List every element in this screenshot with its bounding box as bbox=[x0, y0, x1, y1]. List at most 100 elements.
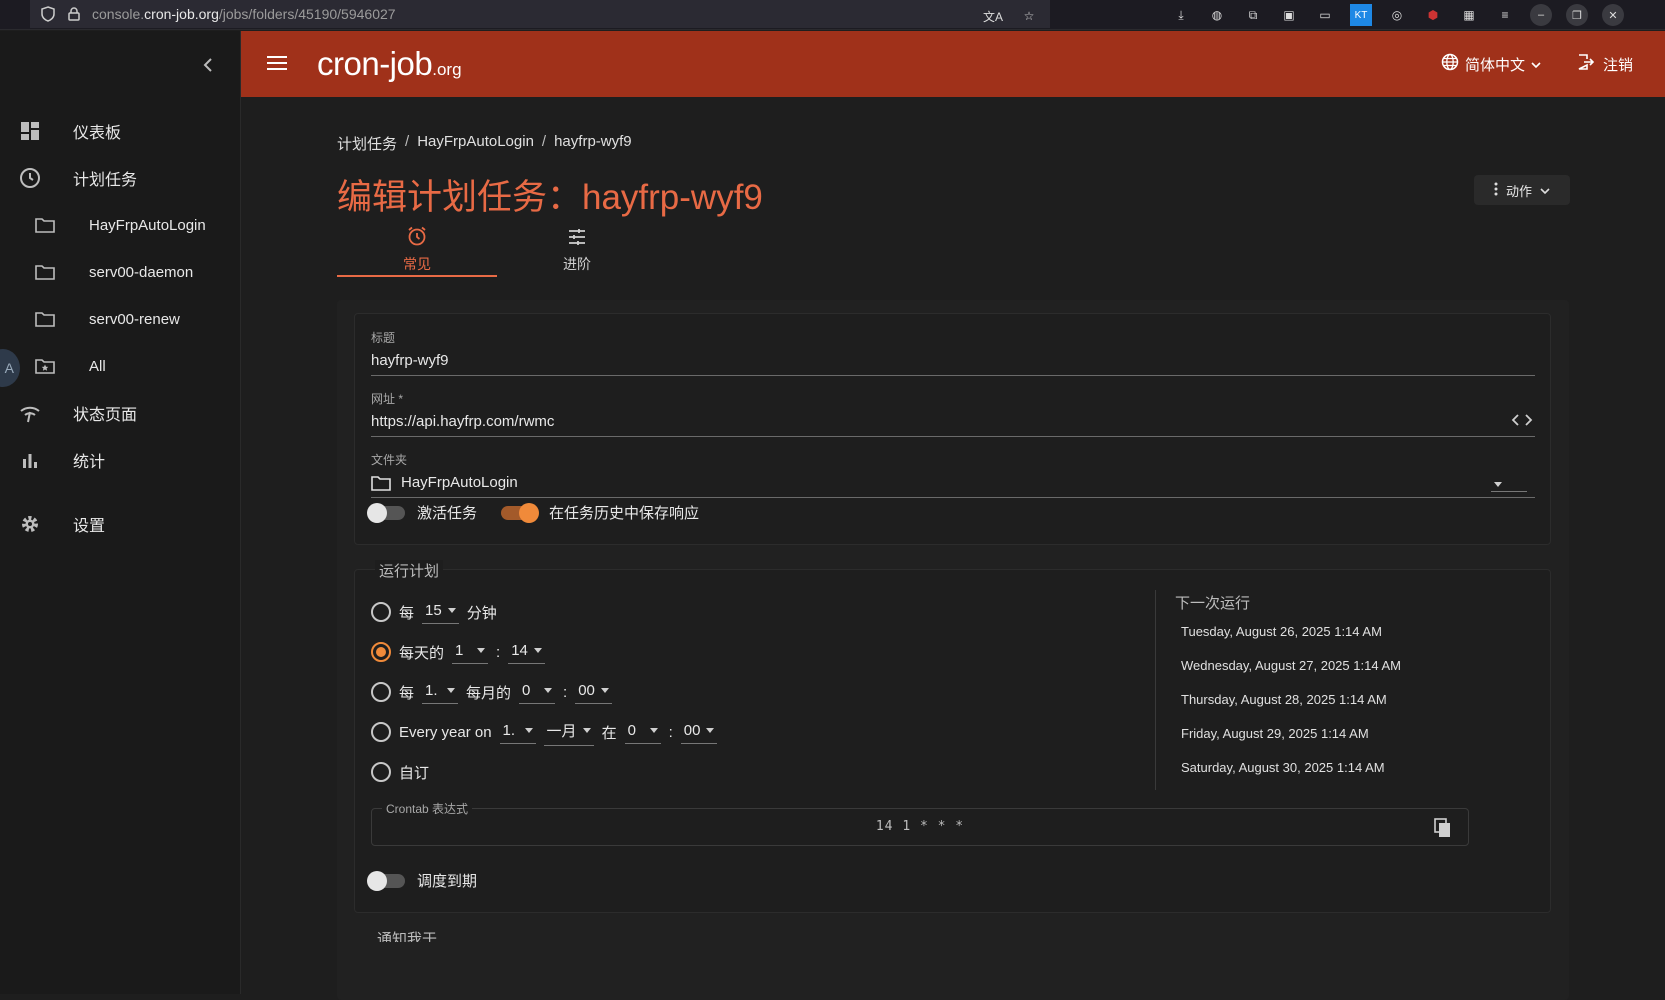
bar-chart-icon bbox=[18, 448, 42, 472]
yearly-month-select[interactable]: 一月 bbox=[543, 718, 594, 746]
daily-hour-select[interactable]: 1 bbox=[452, 640, 489, 664]
language-selector[interactable]: 简体中文 bbox=[1441, 53, 1541, 75]
extensions-puzzle-icon[interactable]: ⧉ bbox=[1242, 4, 1264, 26]
spy-extension-icon[interactable]: ◎ bbox=[1386, 4, 1408, 26]
crontab-label: Crontab 表达式 bbox=[382, 800, 473, 817]
sidebar-item-cronjobs[interactable]: 计划任务 bbox=[0, 158, 240, 198]
yearly-minute-select[interactable]: 00 bbox=[680, 720, 718, 744]
save-response-toggle-row[interactable]: 在任务历史中保存响应 bbox=[501, 502, 699, 523]
tab-advanced[interactable]: 进阶 bbox=[497, 223, 657, 277]
menu-icon[interactable]: ≡ bbox=[1494, 4, 1516, 26]
url-input[interactable]: https://api.hayfrp.com/rwmc bbox=[371, 413, 554, 430]
schedule-daily-label: 每天的 bbox=[399, 644, 445, 662]
globe-icon bbox=[1441, 53, 1459, 75]
address-bar[interactable]: console.cron-job.org/jobs/folders/45190/… bbox=[30, 0, 1050, 28]
close-icon[interactable]: ✕ bbox=[1602, 4, 1624, 26]
actions-button[interactable]: 动作 bbox=[1474, 175, 1570, 205]
sidebar-item-label: All bbox=[89, 357, 106, 375]
next-execution-item: Friday, August 29, 2025 1:14 AM bbox=[1181, 726, 1369, 741]
save-response-toggle[interactable] bbox=[501, 502, 539, 523]
sidebar: 仪表板 计划任务 HayFrpAutoLogin serv00-daemon s… bbox=[0, 31, 241, 994]
folder-star-icon bbox=[33, 354, 57, 378]
monthly-hour-select[interactable]: 0 bbox=[519, 680, 556, 704]
ublock-icon[interactable]: ⬢ bbox=[1422, 4, 1444, 26]
hamburger-menu-icon[interactable] bbox=[265, 51, 289, 75]
url-field[interactable]: 网址 * https://api.hayfrp.com/rwmc bbox=[371, 390, 1535, 437]
sidebar-item-statistics[interactable]: 统计 bbox=[0, 440, 240, 480]
sidebar-item-folder-serv00-daemon[interactable]: serv00-daemon bbox=[0, 252, 240, 292]
bookmark-star-icon[interactable]: ☆ bbox=[1018, 5, 1040, 27]
extension-globe-icon[interactable]: ◍ bbox=[1206, 4, 1228, 26]
schedule-custom-radio[interactable] bbox=[371, 762, 391, 782]
logout-label: 注销 bbox=[1603, 56, 1634, 74]
breadcrumb-item-folder[interactable]: HayFrpAutoLogin bbox=[417, 133, 534, 154]
shield-icon[interactable] bbox=[40, 6, 56, 22]
minutes-interval-select[interactable]: 15 bbox=[422, 600, 459, 624]
folder-icon bbox=[33, 213, 57, 237]
folder-icon bbox=[33, 307, 57, 331]
download-icon[interactable]: ⤓ bbox=[1170, 4, 1192, 26]
crontab-expression-field[interactable]: Crontab 表达式 14 1 * * * bbox=[371, 800, 1469, 846]
crontab-value: 14 1 * * * bbox=[875, 819, 965, 834]
schedule-daily-row[interactable]: 每天的 1 : 14 bbox=[371, 638, 545, 666]
monthly-day-select[interactable]: 1. bbox=[422, 680, 459, 704]
sidebar-icon[interactable]: ▭ bbox=[1314, 4, 1336, 26]
schedule-every-minutes-row[interactable]: 每 15 分钟 bbox=[371, 598, 497, 626]
logout-button[interactable]: 注销 bbox=[1577, 53, 1633, 75]
logo[interactable]: cron-job.org bbox=[317, 45, 462, 83]
sidebar-item-settings[interactable]: 设置 bbox=[0, 504, 240, 544]
schedule-expiry-toggle[interactable] bbox=[367, 870, 405, 891]
dropdown-caret-icon[interactable] bbox=[1491, 480, 1527, 492]
copy-icon[interactable] bbox=[1432, 817, 1454, 839]
schedule-yearly-radio[interactable] bbox=[371, 722, 391, 742]
daily-minute-select[interactable]: 14 bbox=[508, 640, 545, 664]
signal-icon bbox=[18, 401, 42, 425]
breadcrumb: 计划任务 / HayFrpAutoLogin / hayfrp-wyf9 bbox=[337, 133, 632, 154]
schedule-yearly-at-label: 在 bbox=[601, 724, 617, 742]
next-execution-item: Saturday, August 30, 2025 1:14 AM bbox=[1181, 760, 1385, 775]
chevron-down-icon bbox=[1540, 183, 1550, 198]
actions-label: 动作 bbox=[1505, 183, 1532, 199]
sidebar-item-status-pages[interactable]: 状态页面 bbox=[0, 393, 240, 433]
schedule-monthly-radio[interactable] bbox=[371, 682, 391, 702]
qr-code-icon[interactable]: ▦ bbox=[1458, 4, 1480, 26]
sidebar-item-label: 计划任务 bbox=[73, 172, 138, 189]
schedule-expiry-toggle-row[interactable]: 调度到期 bbox=[367, 870, 477, 891]
next-execution-item: Thursday, August 28, 2025 1:14 AM bbox=[1181, 692, 1387, 707]
translate-icon[interactable]: 文A bbox=[982, 5, 1004, 27]
schedule-yearly-row[interactable]: Every year on 1. 一月 在 0 : 00 bbox=[371, 718, 718, 746]
time-colon: : bbox=[563, 683, 568, 701]
title-field[interactable]: 标题 hayfrp-wyf9 bbox=[371, 329, 1535, 376]
tab-common[interactable]: 常见 bbox=[337, 223, 497, 277]
restore-icon[interactable]: ❐ bbox=[1566, 4, 1588, 26]
title-input[interactable]: hayfrp-wyf9 bbox=[371, 352, 449, 369]
minimize-icon[interactable]: – bbox=[1530, 4, 1552, 26]
schedule-every-minutes-radio[interactable] bbox=[371, 602, 391, 622]
yearly-hour-select[interactable]: 0 bbox=[624, 720, 661, 744]
schedule-monthly-row[interactable]: 每 1. 每月的 0 : 00 bbox=[371, 678, 612, 706]
folder-select[interactable]: HayFrpAutoLogin bbox=[401, 474, 518, 491]
language-label: 简体中文 bbox=[1465, 56, 1526, 74]
schedule-daily-radio[interactable] bbox=[371, 642, 391, 662]
collapse-sidebar-chevron-left-icon[interactable] bbox=[196, 53, 220, 77]
schedule-custom-row[interactable]: 自订 bbox=[371, 758, 429, 786]
folder-field[interactable]: 文件夹 HayFrpAutoLogin bbox=[371, 451, 1535, 498]
sidebar-item-folder-all[interactable]: All bbox=[0, 346, 240, 386]
kt-extension-icon[interactable]: KT bbox=[1350, 4, 1372, 26]
sidebar-item-dashboard[interactable]: 仪表板 bbox=[0, 111, 240, 151]
lock-icon[interactable] bbox=[66, 6, 82, 22]
breadcrumb-item-cronjobs[interactable]: 计划任务 bbox=[337, 133, 397, 154]
schedule-divider bbox=[1155, 590, 1156, 790]
tab-label: 常见 bbox=[403, 255, 431, 272]
schedule-every-label: 每 bbox=[399, 604, 415, 622]
next-executions-title: 下一次运行 bbox=[1175, 595, 1251, 612]
code-icon[interactable] bbox=[1511, 413, 1533, 431]
monthly-minute-select[interactable]: 00 bbox=[575, 680, 612, 704]
activate-job-toggle-row[interactable]: 激活任务 bbox=[367, 502, 477, 523]
container-icon[interactable]: ▣ bbox=[1278, 4, 1300, 26]
sidebar-item-folder-hayfrpautologin[interactable]: HayFrpAutoLogin bbox=[0, 205, 240, 245]
schedule-monthly-every-label: 每 bbox=[399, 684, 415, 702]
sidebar-item-folder-serv00-renew[interactable]: serv00-renew bbox=[0, 299, 240, 339]
yearly-day-select[interactable]: 1. bbox=[499, 720, 536, 744]
activate-job-toggle[interactable] bbox=[367, 502, 405, 523]
